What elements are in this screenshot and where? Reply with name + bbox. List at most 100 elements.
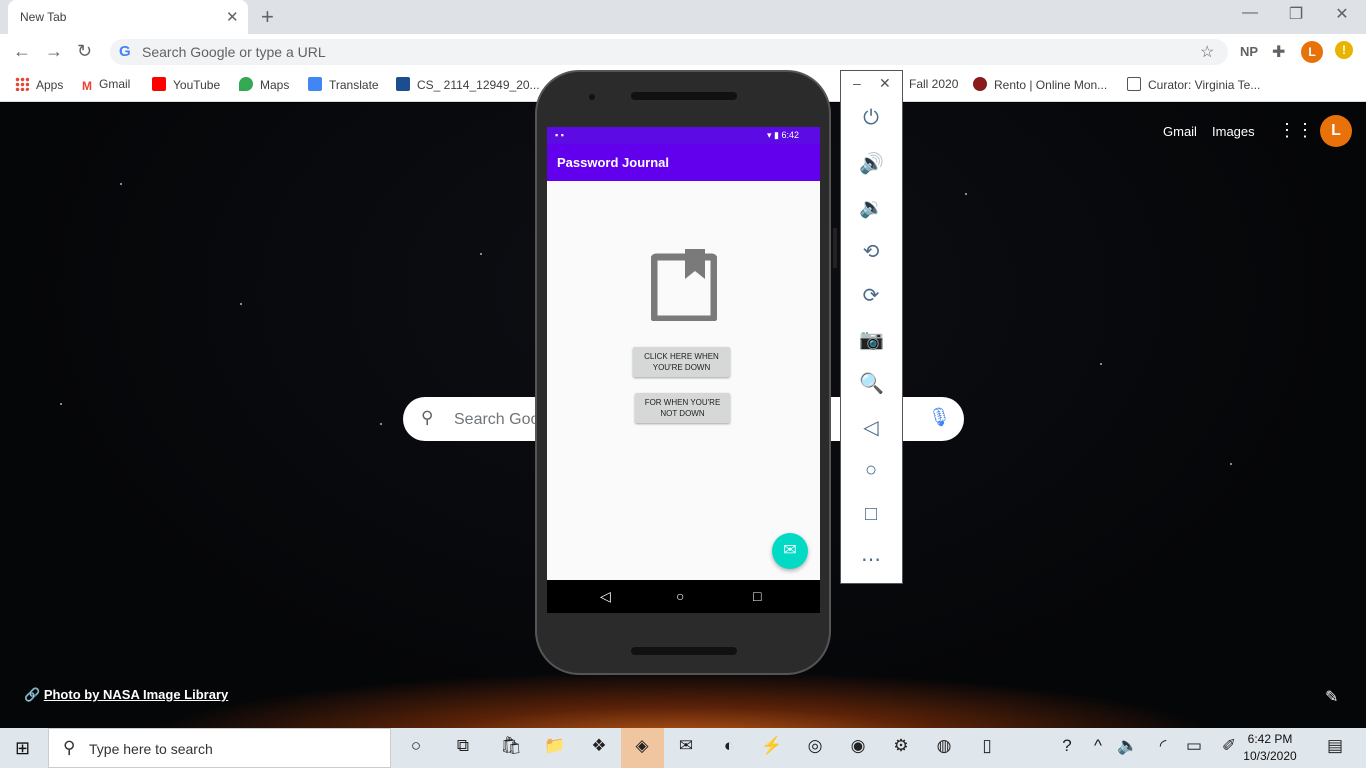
app-title: Password Journal [557,155,669,170]
back-icon[interactable]: ◁ [859,415,883,440]
microphone-icon[interactable]: 🎙 [928,407,951,428]
youtube-icon [152,77,166,91]
extension-np-icon[interactable]: NP [1240,44,1258,59]
bookmark-cs2114[interactable]: CS_ 2114_12949_20... [396,77,540,92]
not-down-button[interactable]: FOR WHEN YOU'RE NOT DOWN [635,393,730,423]
nav-back-icon[interactable]: ◁ [600,588,611,605]
nav-home-icon[interactable]: ○ [676,588,684,604]
click-when-down-button[interactable]: CLICK HERE WHEN YOU'RE DOWN [633,347,730,377]
overview-icon[interactable]: □ [859,503,883,526]
chrome-icon[interactable]: ◍ [929,736,959,760]
tab-close-icon[interactable]: ✕ [226,8,239,26]
edge-icon[interactable]: ◐ [714,736,744,760]
status-time: ▾ ▮ 6:42 [767,130,800,140]
rento-icon [973,77,987,91]
page-profile-avatar[interactable]: L [1320,115,1352,147]
wifi-icon[interactable]: ◜ [1148,736,1178,760]
rotate-left-icon[interactable]: ⟲ [859,239,883,264]
tab-new-tab[interactable]: New Tab ✕ [8,0,248,34]
maps-pin-icon [239,77,253,91]
minimize-window-icon[interactable]: — [1240,4,1260,22]
clock-time: 6:42 PM [1247,732,1293,746]
curator-icon [1127,77,1141,91]
customize-pencil-icon[interactable]: ✎ [1325,687,1338,707]
bookmark-maps[interactable]: Maps [239,77,289,92]
taskbar-clock[interactable]: 6:42 PM 10/3/2020 [1240,731,1300,765]
nav-overview-icon[interactable]: □ [753,588,761,604]
steam-icon[interactable]: ⚙ [886,736,916,760]
bookmark-gmail[interactable]: M Gmail [82,77,130,93]
home-icon[interactable]: ○ [859,459,883,482]
taskbar-search-box[interactable]: ⚲ Type here to search [48,728,391,768]
camera-icon[interactable]: 📷 [859,327,884,352]
battery-icon[interactable]: ▭ [1179,736,1209,760]
volume-icon[interactable]: 🔈 [1113,736,1143,760]
forward-icon[interactable]: → [45,41,63,62]
omnibox-placeholder: Search Google or type a URL [142,44,326,60]
reload-icon[interactable]: ↻ [77,41,92,62]
powershell-icon[interactable]: ⚡ [757,736,787,760]
notification-icons: ▪ ▪ [555,130,564,140]
bookmark-fall-2020[interactable]: Fall 2020 [909,77,958,91]
android-nav-bar: ◁ ○ □ [547,580,820,613]
omnibox[interactable]: G Search Google or type a URL ☆ [110,39,1228,65]
profile-avatar[interactable]: L [1301,41,1323,63]
help-icon[interactable]: ? [1052,736,1082,760]
bookmark-translate[interactable]: Translate [308,77,379,92]
task-view-icon[interactable]: ⧉ [448,736,478,760]
windows-start-icon[interactable]: ⊞ [15,738,30,759]
canvas-icon [396,77,410,91]
emulator-close-icon[interactable]: ✕ [879,75,891,92]
file-explorer-icon[interactable]: 📁 [540,736,570,760]
android-studio-icon: ◈ [635,736,649,755]
zoom-icon[interactable]: 🔍 [859,371,884,396]
volume-up-icon[interactable]: 🔊 [859,151,884,176]
origin-icon[interactable]: ◉ [843,736,873,760]
discord-icon[interactable]: ◎ [800,736,830,760]
mail-fab-button[interactable]: ✉ [772,533,808,569]
images-link[interactable]: Images [1212,124,1255,139]
rotate-right-icon[interactable]: ⟳ [859,283,883,308]
update-alert-icon[interactable]: ! [1335,41,1353,59]
back-icon[interactable]: ← [13,41,31,62]
translate-icon [308,77,322,91]
phone-earpiece [631,92,737,100]
mail-icon: ✉ [783,542,797,559]
bookmark-star-icon[interactable]: ☆ [1200,42,1214,62]
gmail-link[interactable]: Gmail [1163,124,1197,139]
show-hidden-icons-chevron[interactable]: ^ [1083,736,1113,760]
more-icon[interactable]: ⋯ [859,547,883,572]
star-dot [60,403,62,405]
bookmark-rento[interactable]: Rento | Online Mon... [973,77,1107,92]
cortana-icon[interactable]: ○ [401,736,431,760]
emulator-screen[interactable]: ▪ ▪ ▾ ▮ 6:42 Password Journal CLICK HERE… [547,127,820,613]
tab-title: New Tab [20,10,67,24]
dropbox-icon[interactable]: ❖ [584,736,614,760]
emulator-minimize-icon[interactable]: – [853,75,861,91]
close-window-icon[interactable]: ✕ [1332,4,1352,24]
android-studio-taskbar-item[interactable]: ◈ [621,728,664,768]
power-icon[interactable]: ⏻ [859,107,883,130]
phone-camera [589,94,595,100]
windows-taskbar: ⊞ ⚲ Type here to search ○ ⧉ 🛍 📁 ❖ ◈ ✉ ◐ … [0,728,1366,768]
bookmark-youtube[interactable]: YouTube [152,77,220,92]
star-dot [1100,363,1102,365]
emulator-control-panel: – ✕ ⏻ 🔊 🔉 ⟲ ⟳ 📷 🔍 ◁ ○ □ ⋯ [840,70,903,584]
store-icon[interactable]: 🛍 [496,736,526,760]
extensions-icon[interactable]: ✚ [1272,42,1285,62]
mail-icon[interactable]: ✉ [671,736,701,760]
volume-down-icon[interactable]: 🔉 [859,195,884,220]
restore-window-icon[interactable]: ❐ [1286,4,1306,24]
app-bar: Password Journal [547,144,820,181]
action-center-icon[interactable]: ▤ [1320,736,1350,760]
bookmark-curator[interactable]: Curator: Virginia Te... [1127,77,1260,92]
search-icon: ⚲ [63,738,76,757]
star-dot [240,303,242,305]
photo-credit-link[interactable]: 🔗 Photo by NASA Image Library [24,687,228,703]
apps-icon [15,77,29,91]
emulator-icon[interactable]: ▯ [972,736,1002,760]
new-tab-button[interactable]: + [261,4,274,30]
google-icon: G [119,43,131,60]
bookmark-apps[interactable]: Apps [15,77,63,92]
clock-date: 10/3/2020 [1243,749,1297,763]
